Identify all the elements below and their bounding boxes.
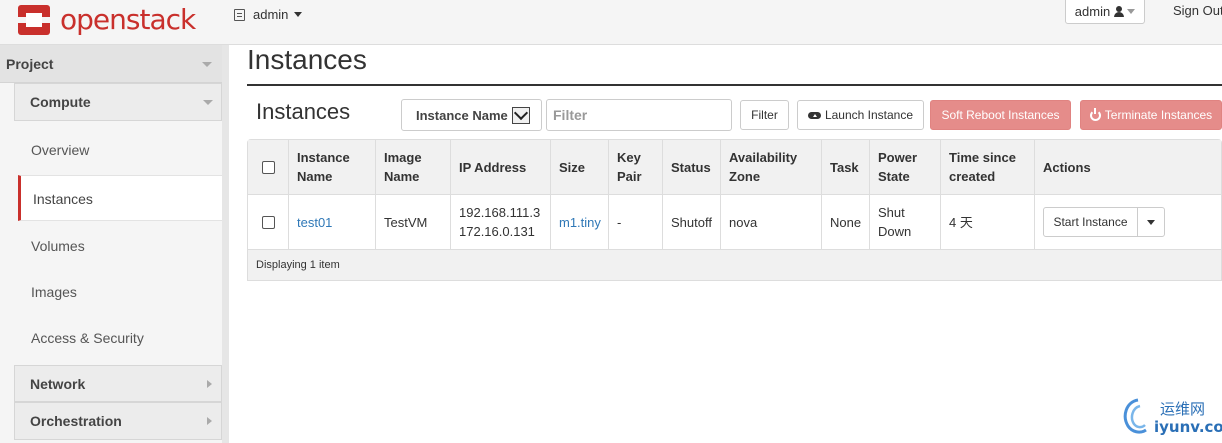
header-key-pair[interactable]: Key Pair: [609, 140, 663, 194]
instance-name-link[interactable]: test01: [297, 213, 332, 232]
watermark-en: iyunv.com: [1154, 418, 1222, 436]
filter-field-label: Instance Name: [416, 107, 508, 123]
sign-out-link[interactable]: Sign Out: [1173, 3, 1222, 18]
sidebar-item-volumes[interactable]: Volumes: [15, 223, 222, 269]
sidebar-section-network[interactable]: Network: [14, 365, 222, 402]
cloud-upload-icon: [807, 110, 821, 120]
filter-field-select[interactable]: Instance Name: [401, 99, 542, 131]
project-switcher-label: admin: [253, 7, 289, 22]
chevron-down-icon: [202, 62, 212, 67]
header-select-all: [248, 140, 289, 194]
filter-button[interactable]: Filter: [740, 100, 789, 130]
cell-size: m1.tiny: [551, 195, 609, 249]
chevron-down-icon: [203, 100, 213, 105]
sidebar-dashboard-label: Project: [6, 56, 54, 72]
header-ip-address[interactable]: IP Address: [451, 140, 551, 194]
sidebar-section-label: Orchestration: [30, 413, 122, 429]
sidebar-dashboard-project[interactable]: Project: [0, 45, 222, 83]
launch-instance-button[interactable]: Launch Instance: [797, 100, 924, 130]
header-instance-name[interactable]: Instance Name: [289, 140, 376, 194]
sidebar-item-instances[interactable]: Instances: [18, 175, 229, 221]
more-actions-toggle[interactable]: [1138, 208, 1164, 236]
watermark: 运维网 iyunv.com: [1120, 396, 1222, 440]
instances-table: Instance Name Image Name IP Address Size K…: [247, 139, 1222, 281]
filter-input[interactable]: [546, 99, 732, 131]
sidebar-item-images[interactable]: Images: [15, 269, 222, 315]
chevron-right-icon: [207, 380, 212, 388]
watermark-cn: 运维网: [1160, 400, 1206, 418]
openstack-logo-icon: [18, 5, 50, 35]
header-time-since-created[interactable]: Time since created: [941, 140, 1035, 194]
sidebar-section-label: Compute: [30, 94, 91, 110]
power-icon: [1089, 107, 1101, 121]
chevron-right-icon: [207, 417, 212, 425]
project-switcher[interactable]: admin: [234, 7, 303, 22]
soft-reboot-instances-button[interactable]: Soft Reboot Instances: [930, 100, 1071, 130]
soft-reboot-label: Soft Reboot Instances: [941, 108, 1060, 122]
cell-time-since-created: 4 天: [941, 195, 1035, 249]
caret-down-icon: [1147, 219, 1155, 225]
launch-instance-label: Launch Instance: [824, 108, 914, 122]
cell-power-state: Shut Down: [870, 195, 941, 249]
terminate-instances-button[interactable]: Terminate Instances: [1080, 100, 1222, 130]
sidebar-section-label: Network: [30, 376, 86, 392]
caret-down-icon: [1127, 9, 1136, 14]
terminate-label: Terminate Instances: [1104, 108, 1213, 122]
flavor-link[interactable]: m1.tiny: [559, 213, 601, 232]
row-select: [248, 195, 289, 249]
user-menu-label: admin: [1074, 4, 1111, 19]
header-actions: Actions: [1043, 159, 1091, 175]
header-availability-zone[interactable]: Availability Zone: [721, 140, 822, 194]
row-checkbox[interactable]: [261, 215, 275, 229]
openstack-logo[interactable]: openstack: [16, 2, 196, 38]
table-footer: Displaying 1 item: [248, 250, 1221, 280]
cell-instance-name: test01: [289, 195, 376, 249]
header-task[interactable]: Task: [822, 140, 870, 194]
sidebar-scrollbar[interactable]: [222, 45, 229, 443]
sidebar: Project Compute Overview Instances Volum…: [0, 45, 229, 443]
top-navbar: openstack admin admin Sign Out: [0, 0, 1222, 45]
user-menu-button[interactable]: admin: [1065, 0, 1145, 24]
cell-availability-zone: nova: [721, 195, 822, 249]
cell-status: Shutoff: [663, 195, 721, 249]
table-title: Instances: [256, 99, 351, 124]
filter-button-label: Filter: [751, 108, 778, 122]
sidebar-section-compute[interactable]: Compute: [14, 83, 222, 121]
sidebar-item-overview[interactable]: Overview: [15, 127, 222, 173]
cell-image-name: TestVM: [376, 195, 451, 249]
sidebar-section-orchestration[interactable]: Orchestration: [14, 402, 222, 440]
page-title: Instances: [247, 44, 367, 75]
title-divider: [247, 84, 1222, 86]
header-size[interactable]: Size: [551, 140, 609, 194]
table-header-row: Instance Name Image Name IP Address Size K…: [248, 140, 1221, 195]
cell-key-pair: -: [609, 195, 663, 249]
user-icon: [1114, 6, 1125, 17]
header-status[interactable]: Status: [663, 140, 721, 194]
caret-down-icon: [294, 12, 303, 17]
start-instance-button[interactable]: Start Instance: [1044, 208, 1138, 236]
brand-name: openstack: [60, 3, 196, 36]
select-all-checkbox[interactable]: [261, 160, 275, 174]
row-action-split-button: Start Instance: [1043, 207, 1165, 237]
cell-task: None: [822, 195, 870, 249]
header-image-name[interactable]: Image Name: [376, 140, 451, 194]
cell-ip-address: 192.168.111.3 172.16.0.131: [451, 195, 551, 249]
table-row: test01 TestVM 192.168.111.3 172.16.0.131 …: [248, 195, 1221, 250]
dropdown-arrow-icon[interactable]: [512, 107, 530, 124]
header-power-state[interactable]: Power State: [870, 140, 941, 194]
sidebar-item-access-security[interactable]: Access & Security: [15, 315, 222, 361]
watermark-swirl-icon: [1123, 398, 1147, 434]
project-doc-icon: [234, 8, 245, 21]
